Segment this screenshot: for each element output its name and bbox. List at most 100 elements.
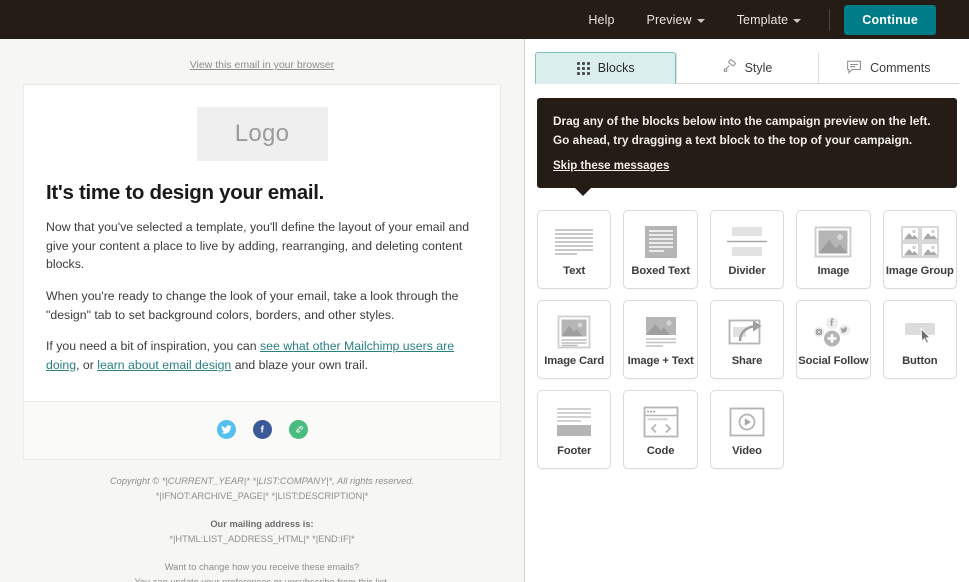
paragraph3-text-post: and blaze your own trail.	[231, 358, 368, 373]
footer-archive-tag: *|IFNOT:ARCHIVE_PAGE|* *|LIST:DESCRIPTIO…	[155, 490, 369, 501]
footer-icon	[553, 400, 595, 444]
tab-blocks[interactable]: Blocks	[535, 52, 677, 84]
email-footer-block[interactable]: Copyright © *|CURRENT_YEAR|* *|LIST:COMP…	[23, 458, 501, 582]
block-label-share: Share	[731, 355, 763, 368]
text-lines-icon	[553, 220, 595, 264]
email-social-block[interactable]	[23, 400, 501, 459]
skip-messages-link[interactable]: Skip these messages	[553, 160, 669, 172]
email-content-card[interactable]: Logo It's time to design your email. Now…	[23, 84, 501, 401]
tab-comments[interactable]: Comments	[817, 52, 959, 83]
update-preferences-link[interactable]: update your preferences	[170, 577, 271, 582]
paragraph3-text-mid: , or	[76, 358, 98, 373]
unsubscribe-link[interactable]: unsubscribe from this list	[285, 577, 387, 582]
block-label-image-text: Image + Text	[627, 355, 694, 368]
email-paragraph-2: When you're ready to change the look of …	[46, 289, 459, 322]
footer-copyright: Copyright © *|CURRENT_YEAR|* *|LIST:COMP…	[109, 475, 415, 486]
social-icon-row	[24, 419, 500, 439]
top-navigation-bar: Help Preview Template Continue	[0, 0, 969, 39]
campaign-preview-pane: View this email in your browser Logo It'…	[0, 39, 525, 582]
block-label-code: Code	[646, 445, 675, 458]
block-tile-image[interactable]: Image	[796, 210, 871, 290]
block-label-image-group: Image Group	[885, 265, 954, 278]
block-tile-social-follow[interactable]: Social Follow	[796, 300, 871, 380]
block-label-social-follow: Social Follow	[798, 355, 869, 368]
footer-preferences-row: You can update your preferences or unsub…	[43, 575, 481, 582]
nav-label-template: Template	[736, 12, 789, 27]
footer-mailing-value: *|HTML:LIST_ADDRESS_HTML|* *|END:IF|*	[169, 533, 355, 544]
banner-pointer-arrow	[575, 188, 591, 197]
email-heading: It's time to design your email.	[46, 181, 325, 204]
footer-change-post: .	[387, 577, 390, 582]
tab-label-style: Style	[744, 61, 773, 75]
twitter-icon[interactable]	[216, 419, 236, 439]
footer-change-mid: or	[271, 577, 284, 582]
mailchimp-campaign-designer: Help Preview Template Continue View this…	[0, 0, 969, 582]
block-label-button: Button	[902, 355, 938, 368]
blocks-panel-body: Drag any of the blocks below into the ca…	[525, 84, 969, 582]
block-tile-video[interactable]: Video	[709, 390, 785, 470]
social-follow-icon	[811, 310, 855, 354]
nav-item-help[interactable]: Help	[572, 13, 630, 27]
designer-body: View this email in your browser Logo It'…	[0, 39, 969, 582]
footer-change-question: Want to change how you receive these ema…	[164, 562, 360, 572]
block-tile-share[interactable]: Share	[709, 300, 785, 380]
footer-spacer	[43, 504, 481, 517]
video-play-icon	[726, 400, 768, 444]
boxed-text-icon	[641, 220, 681, 264]
chevron-down-icon	[793, 18, 802, 23]
block-label-image: Image	[817, 265, 850, 278]
view-in-browser-link[interactable]: View this email in your browser	[190, 59, 335, 71]
link-icon[interactable]	[288, 419, 308, 439]
block-label-boxed-text: Boxed Text	[631, 265, 690, 278]
banner-text: Drag any of the blocks below into the ca…	[553, 114, 931, 147]
nav-label-help: Help	[588, 12, 615, 27]
panel-tabs: Blocks Style Comments	[535, 52, 959, 84]
block-label-footer: Footer	[557, 445, 592, 458]
tab-label-blocks: Blocks	[597, 61, 635, 75]
button-cursor-icon	[899, 310, 941, 354]
block-tile-footer[interactable]: Footer	[537, 390, 612, 470]
block-tile-divider: Divider	[709, 210, 785, 290]
logo-placeholder[interactable]: Logo	[196, 107, 328, 161]
block-label-image-card: Image Card	[544, 355, 605, 368]
footer-spacer-2	[43, 547, 481, 560]
nav-divider	[829, 8, 831, 31]
block-label-video: Video	[732, 445, 762, 458]
chevron-down-icon	[696, 18, 705, 23]
paragraph3-text-pre: If you need a bit of inspiration, you ca…	[46, 339, 260, 354]
block-tile-boxed-text[interactable]: Boxed Text	[623, 210, 698, 290]
image-group-icon	[899, 220, 941, 264]
block-label-divider: Divider	[728, 265, 766, 278]
email-design-link[interactable]: learn about email design	[97, 358, 231, 372]
facebook-icon[interactable]	[252, 419, 272, 439]
block-tile-text[interactable]: Text	[537, 210, 612, 290]
email-paragraph-1: Now that you've selected a template, you…	[46, 220, 470, 272]
editor-side-panel: Blocks Style Comments Drag any of the bl…	[525, 39, 969, 582]
view-browser-row: View this email in your browser	[0, 39, 524, 84]
block-label-text: Text	[563, 265, 586, 278]
block-tile-image-group[interactable]: Image Group	[882, 210, 957, 290]
paint-roller-icon	[722, 59, 737, 77]
tab-label-comments: Comments	[870, 61, 931, 75]
block-tile-button[interactable]: Button	[882, 300, 957, 380]
email-paragraph-3: If you need a bit of inspiration, you ca…	[46, 337, 478, 374]
block-tile-image-card[interactable]: Image Card	[537, 300, 612, 380]
blocks-grid: Text Boxed Text Divider Image Image Grou…	[537, 210, 957, 470]
onboarding-message-banner: Drag any of the blocks below into the ca…	[537, 98, 957, 197]
continue-button[interactable]: Continue	[844, 4, 936, 35]
image-text-icon	[640, 310, 682, 354]
image-card-icon	[553, 310, 595, 354]
nav-item-template[interactable]: Template	[721, 13, 818, 27]
comment-bubble-icon	[846, 60, 862, 77]
grid-dots-icon	[576, 61, 590, 75]
code-window-icon	[640, 400, 682, 444]
share-arrow-icon	[726, 310, 768, 354]
nav-item-preview[interactable]: Preview	[631, 13, 721, 27]
footer-change-pre: You can	[135, 577, 171, 582]
footer-mailing-heading: Our mailing address is:	[210, 518, 314, 529]
block-tile-code[interactable]: Code	[623, 390, 698, 470]
tab-style[interactable]: Style	[676, 52, 818, 83]
image-icon	[812, 220, 854, 264]
top-nav-items: Help Preview Template Continue	[572, 4, 936, 35]
block-tile-image-text[interactable]: Image + Text	[623, 300, 698, 380]
